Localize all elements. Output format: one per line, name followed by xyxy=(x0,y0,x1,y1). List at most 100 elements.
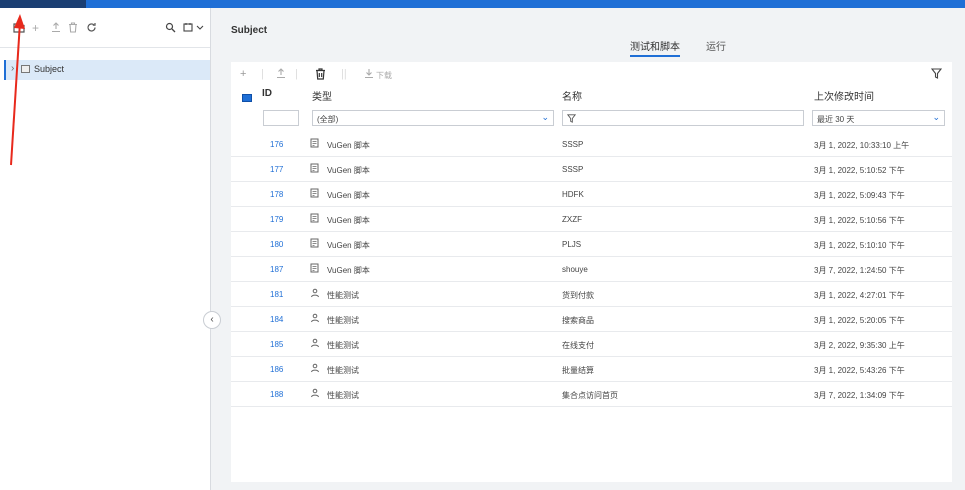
search-icon[interactable] xyxy=(165,22,176,35)
refresh-icon[interactable] xyxy=(86,22,97,35)
perf-test-icon xyxy=(310,388,320,401)
perf-test-icon xyxy=(310,363,320,376)
add-icon[interactable]: + xyxy=(240,68,246,80)
row-name[interactable]: HDFK xyxy=(562,190,584,199)
row-name[interactable]: 批量结算 xyxy=(562,365,594,376)
row-name[interactable]: ZXZF xyxy=(562,215,582,224)
modified-filter-value: 最近 30 天 xyxy=(817,115,855,124)
table-row[interactable]: 176 VuGen 脚本 SSSP 3月 1, 2022, 10:33:10 上午 xyxy=(231,132,952,157)
row-id[interactable]: 187 xyxy=(270,265,283,274)
name-filter-input[interactable] xyxy=(562,110,804,126)
page-title: Subject xyxy=(231,25,268,36)
row-modified: 3月 1, 2022, 5:43:26 下午 xyxy=(814,366,905,375)
table-row[interactable]: 188 性能测试 集合点访问首页 3月 7, 2022, 1:34:09 下午 xyxy=(231,382,952,407)
trash-icon[interactable] xyxy=(315,68,326,83)
row-type: VuGen 脚本 xyxy=(327,241,370,250)
row-name[interactable]: shouye xyxy=(562,265,588,274)
select-columns-icon[interactable] xyxy=(242,94,252,102)
toolbar-divider: || xyxy=(341,68,347,80)
toolbar-divider: | xyxy=(261,68,264,80)
script-icon xyxy=(310,163,320,176)
toolbar-divider: | xyxy=(295,68,298,80)
column-header-name[interactable]: 名称 xyxy=(562,88,582,103)
row-modified: 3月 1, 2022, 5:20:05 下午 xyxy=(814,316,905,325)
row-modified: 3月 7, 2022, 1:34:09 下午 xyxy=(814,391,905,400)
tests-table-panel: + | | || 下载 ID 类型 名称 上次修改时间 (全部) ⌄ 最近 30… xyxy=(231,62,952,482)
table-row[interactable]: 177 VuGen 脚本 SSSP 3月 1, 2022, 5:10:52 下午 xyxy=(231,157,952,182)
row-type: 性能测试 xyxy=(327,316,359,325)
row-type: VuGen 脚本 xyxy=(327,216,370,225)
perf-test-icon xyxy=(310,313,320,326)
type-filter-select[interactable]: (全部) ⌄ xyxy=(312,110,554,126)
table-row[interactable]: 178 VuGen 脚本 HDFK 3月 1, 2022, 5:09:43 下午 xyxy=(231,182,952,207)
chevron-down-icon[interactable]: ⌄ xyxy=(932,112,940,123)
trash-icon[interactable] xyxy=(68,22,78,35)
download-icon[interactable] xyxy=(364,68,374,82)
filter-icon[interactable] xyxy=(930,68,943,82)
row-type: 性能测试 xyxy=(327,391,359,400)
row-modified: 3月 1, 2022, 10:33:10 上午 xyxy=(814,141,910,150)
row-type: 性能测试 xyxy=(327,341,359,350)
perf-test-icon xyxy=(310,338,320,351)
type-filter-value: (全部) xyxy=(317,115,339,124)
row-type: VuGen 脚本 xyxy=(327,166,370,175)
row-id[interactable]: 184 xyxy=(270,315,283,324)
row-name[interactable]: 货到付款 xyxy=(562,290,594,301)
row-name[interactable]: 搜索商品 xyxy=(562,315,594,326)
chevron-down-icon[interactable]: ⌄ xyxy=(541,112,549,123)
script-icon xyxy=(310,213,320,226)
script-icon xyxy=(310,138,320,151)
row-id[interactable]: 186 xyxy=(270,365,283,374)
table-row[interactable]: 180 VuGen 脚本 PLJS 3月 1, 2022, 5:10:10 下午 xyxy=(231,232,952,257)
column-header-modified[interactable]: 上次修改时间 xyxy=(814,88,874,103)
download-label[interactable]: 下载 xyxy=(376,70,392,81)
row-name[interactable]: PLJS xyxy=(562,240,581,249)
row-modified: 3月 2, 2022, 9:35:30 上午 xyxy=(814,341,905,350)
row-id[interactable]: 178 xyxy=(270,190,283,199)
row-id[interactable]: 188 xyxy=(270,390,283,399)
row-id[interactable]: 185 xyxy=(270,340,283,349)
table-row[interactable]: 185 性能测试 在线支付 3月 2, 2022, 9:35:30 上午 xyxy=(231,332,952,357)
table-row[interactable]: 184 性能测试 搜索商品 3月 1, 2022, 5:20:05 下午 xyxy=(231,307,952,332)
row-id[interactable]: 177 xyxy=(270,165,283,174)
annotation-arrow xyxy=(10,14,25,166)
row-name[interactable]: SSSP xyxy=(562,165,583,174)
column-header-type[interactable]: 类型 xyxy=(312,88,332,103)
row-id[interactable]: 181 xyxy=(270,290,283,299)
table-row[interactable]: 181 性能测试 货到付款 3月 1, 2022, 4:27:01 下午 xyxy=(231,282,952,307)
row-id[interactable]: 179 xyxy=(270,215,283,224)
filter-icon xyxy=(566,114,577,123)
column-header-id[interactable]: ID xyxy=(262,88,272,99)
upload-icon[interactable] xyxy=(276,68,286,82)
row-modified: 3月 7, 2022, 1:24:50 下午 xyxy=(814,266,905,275)
row-id[interactable]: 176 xyxy=(270,140,283,149)
row-type: 性能测试 xyxy=(327,366,359,375)
row-modified: 3月 1, 2022, 4:27:01 下午 xyxy=(814,291,905,300)
table-row[interactable]: 179 VuGen 脚本 ZXZF 3月 1, 2022, 5:10:56 下午 xyxy=(231,207,952,232)
script-icon xyxy=(310,263,320,276)
table-toolbar: + | | || 下载 xyxy=(231,62,952,86)
row-name[interactable]: SSSP xyxy=(562,140,583,149)
row-modified: 3月 1, 2022, 5:10:56 下午 xyxy=(814,216,905,225)
row-type: 性能测试 xyxy=(327,291,359,300)
table-row[interactable]: 186 性能测试 批量结算 3月 1, 2022, 5:43:26 下午 xyxy=(231,357,952,382)
filter-dropdown-icon[interactable] xyxy=(183,22,205,35)
tab-tests-and-scripts[interactable]: 测试和脚本 xyxy=(630,38,680,57)
row-name[interactable]: 在线支付 xyxy=(562,340,594,351)
row-type: VuGen 脚本 xyxy=(327,141,370,150)
upload-icon[interactable] xyxy=(51,22,61,35)
row-modified: 3月 1, 2022, 5:10:10 下午 xyxy=(814,241,905,250)
script-icon xyxy=(310,188,320,201)
row-type: VuGen 脚本 xyxy=(327,191,370,200)
modified-filter-select[interactable]: 最近 30 天 ⌄ xyxy=(812,110,945,126)
script-icon xyxy=(310,238,320,251)
row-modified: 3月 1, 2022, 5:10:52 下午 xyxy=(814,166,905,175)
row-name[interactable]: 集合点访问首页 xyxy=(562,390,618,401)
row-id[interactable]: 180 xyxy=(270,240,283,249)
table-row[interactable]: 187 VuGen 脚本 shouye 3月 7, 2022, 1:24:50 下午 xyxy=(231,257,952,282)
collapse-panel-button[interactable]: ‹ xyxy=(203,311,221,329)
tab-runs[interactable]: 运行 xyxy=(706,38,726,53)
perf-test-icon xyxy=(310,288,320,301)
app-top-bar xyxy=(0,0,965,8)
id-filter-input[interactable] xyxy=(263,110,299,126)
